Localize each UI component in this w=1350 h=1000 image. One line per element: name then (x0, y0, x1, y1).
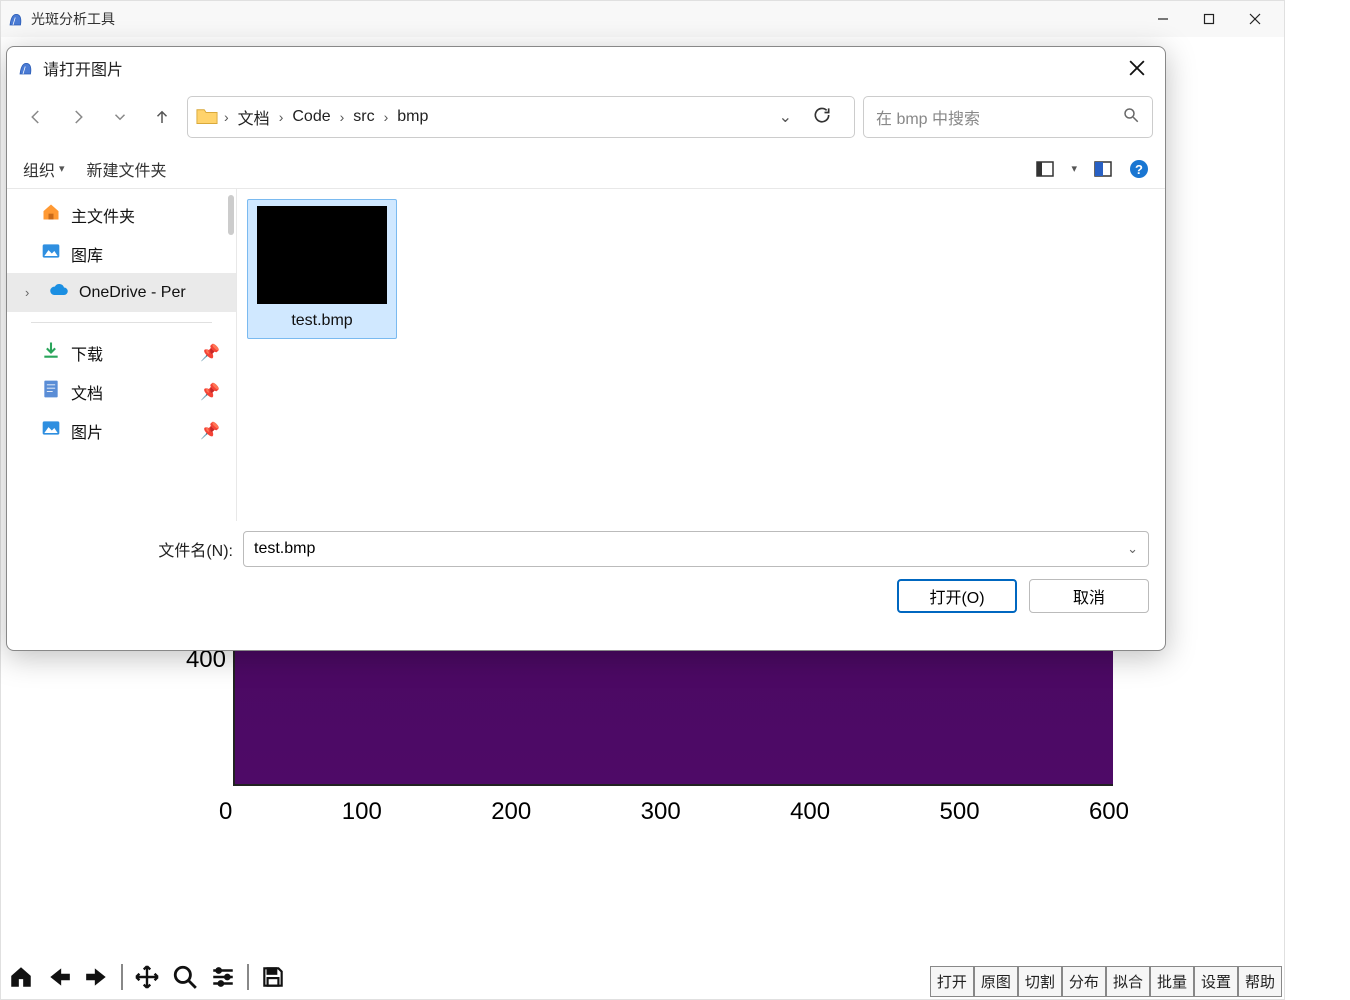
app-btn-settings[interactable]: 设置 (1194, 966, 1238, 997)
chart-xtick: 500 (940, 798, 980, 826)
nav-back-icon[interactable] (19, 100, 53, 134)
pin-icon: 📌 (200, 343, 220, 363)
app-btn-fit[interactable]: 拟合 (1106, 966, 1150, 997)
separator (121, 964, 123, 990)
search-placeholder: 在 bmp 中搜索 (876, 105, 980, 129)
dialog-title: 请打开图片 (43, 56, 1119, 80)
open-button[interactable]: 打开(O) (897, 579, 1017, 613)
save-icon[interactable] (255, 960, 291, 994)
separator (247, 964, 249, 990)
crumb[interactable]: Code (289, 108, 333, 126)
back-icon[interactable] (41, 960, 77, 994)
close-button[interactable] (1232, 3, 1278, 35)
chart-xtick: 0 (219, 798, 232, 826)
home-icon (41, 202, 61, 227)
dialog-titlebar: 请打开图片 (7, 47, 1165, 89)
scrollbar[interactable] (228, 195, 234, 235)
breadcrumb[interactable]: › 文档 › Code › src › bmp ⌄ (187, 96, 855, 138)
sidebar-item-home[interactable]: 主文件夹 (7, 195, 236, 234)
pan-icon[interactable] (129, 960, 165, 994)
file-thumbnail (257, 206, 387, 304)
nav-forward-icon[interactable] (61, 100, 95, 134)
filename-input[interactable]: test.bmp ⌄ (243, 531, 1149, 567)
download-icon (41, 340, 61, 365)
svg-text:?: ? (1135, 162, 1143, 177)
document-icon (41, 379, 61, 404)
sidebar-item-downloads[interactable]: 下载 📌 (7, 333, 236, 372)
dialog-app-icon (17, 59, 35, 77)
dialog-toolbar: 组织 ▾ 新建文件夹 ▾ ? (7, 149, 1165, 189)
chevron-down-icon[interactable]: ⌄ (779, 107, 792, 127)
app-buttons: 打开 原图 切割 分布 拟合 批量 设置 帮助 (930, 966, 1282, 997)
organize-menu[interactable]: 组织 ▾ (23, 157, 65, 181)
sidebar-item-gallery[interactable]: 图库 (7, 234, 236, 273)
view-mode-icon[interactable] (1035, 159, 1055, 179)
chevron-down-icon[interactable]: ▾ (1071, 162, 1077, 175)
chart-xaxis: 0 100 200 300 400 500 600 (219, 798, 1129, 826)
chart-xtick: 200 (491, 798, 531, 826)
search-input[interactable]: 在 bmp 中搜索 (863, 96, 1153, 138)
crumb[interactable]: 文档 (235, 105, 273, 129)
zoom-icon[interactable] (167, 960, 203, 994)
folder-icon (196, 107, 218, 127)
chevron-right-icon: › (340, 109, 345, 125)
file-name: test.bmp (252, 312, 392, 334)
nav-recent-icon[interactable] (103, 100, 137, 134)
forward-icon[interactable] (79, 960, 115, 994)
chevron-down-icon[interactable]: ⌄ (1127, 541, 1138, 557)
main-titlebar: 光斑分析工具 (1, 1, 1284, 37)
maximize-button[interactable] (1186, 3, 1232, 35)
nav-up-icon[interactable] (145, 100, 179, 134)
dialog-nav: › 文档 › Code › src › bmp ⌄ 在 bmp 中搜索 (7, 89, 1165, 145)
crumb[interactable]: bmp (394, 108, 431, 126)
home-icon[interactable] (3, 960, 39, 994)
help-icon[interactable]: ? (1129, 159, 1149, 179)
file-item-selected[interactable]: test.bmp (247, 199, 397, 339)
dialog-close-button[interactable] (1119, 54, 1155, 82)
cancel-button[interactable]: 取消 (1029, 579, 1149, 613)
cloud-icon (49, 280, 69, 305)
sidebar-item-documents[interactable]: 文档 📌 (7, 372, 236, 411)
app-btn-open[interactable]: 打开 (930, 966, 974, 997)
pictures-icon (41, 418, 61, 443)
dialog-bottom: 文件名(N): test.bmp ⌄ 打开(O) 取消 (7, 521, 1165, 623)
search-icon (1122, 106, 1140, 129)
gallery-icon (41, 241, 61, 266)
chart-xtick: 300 (641, 798, 681, 826)
chevron-right-icon: › (279, 109, 284, 125)
preview-pane-icon[interactable] (1093, 159, 1113, 179)
chart-xtick: 600 (1089, 798, 1129, 826)
chevron-right-icon: › (384, 109, 389, 125)
crumb[interactable]: src (350, 108, 377, 126)
sidebar-item-pictures[interactable]: 图片 📌 (7, 411, 236, 450)
refresh-icon[interactable] (812, 105, 846, 130)
file-open-dialog: 请打开图片 › 文档 › Code › src › bmp ⌄ 在 bmp 中搜… (6, 46, 1166, 651)
app-btn-original[interactable]: 原图 (974, 966, 1018, 997)
pin-icon: 📌 (200, 382, 220, 402)
chevron-right-icon: › (224, 109, 229, 125)
chevron-right-icon: › (25, 285, 39, 300)
minimize-button[interactable] (1140, 3, 1186, 35)
dialog-sidebar: 主文件夹 图库 › OneDrive - Per 下载 📌 文档 📌 (7, 189, 237, 521)
pin-icon: 📌 (200, 421, 220, 441)
app-btn-batch[interactable]: 批量 (1150, 966, 1194, 997)
chart-xtick: 400 (790, 798, 830, 826)
configure-icon[interactable] (205, 960, 241, 994)
sidebar-item-onedrive[interactable]: › OneDrive - Per (7, 273, 236, 312)
mpl-toolbar (3, 957, 291, 997)
app-icon (7, 10, 25, 28)
main-title: 光斑分析工具 (31, 9, 1140, 29)
dialog-body: 主文件夹 图库 › OneDrive - Per 下载 📌 文档 📌 (7, 189, 1165, 521)
separator (31, 322, 212, 323)
new-folder-button[interactable]: 新建文件夹 (87, 157, 167, 181)
file-list[interactable]: test.bmp (237, 189, 1165, 521)
filename-label: 文件名(N): (23, 537, 233, 561)
app-btn-cut[interactable]: 切割 (1018, 966, 1062, 997)
chart-xtick: 100 (342, 798, 382, 826)
app-btn-distribution[interactable]: 分布 (1062, 966, 1106, 997)
app-btn-help[interactable]: 帮助 (1238, 966, 1282, 997)
